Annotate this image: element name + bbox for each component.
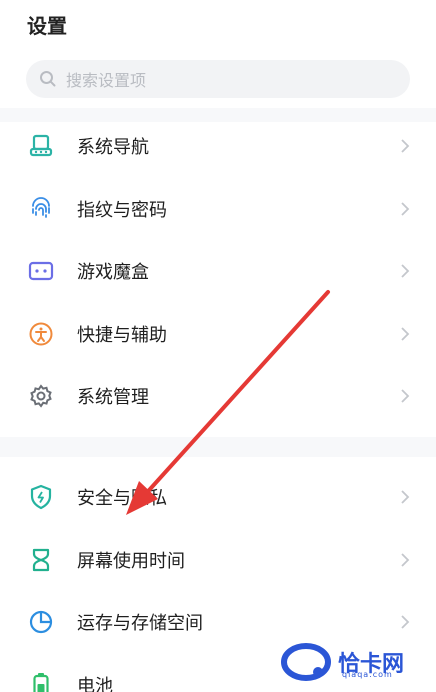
chevron-right-icon bbox=[401, 553, 410, 567]
settings-item-security-privacy[interactable]: 安全与隐私 bbox=[0, 466, 436, 529]
settings-item-label: 屏幕使用时间 bbox=[77, 550, 185, 572]
settings-item-system-management[interactable]: 系统管理 bbox=[0, 365, 436, 428]
settings-item-label: 安全与隐私 bbox=[77, 488, 167, 510]
watermark-logo: 恰卡网 qiaqa.com bbox=[280, 638, 430, 686]
settings-item-game-box[interactable]: 游戏魔盒 bbox=[0, 240, 436, 303]
battery-icon bbox=[27, 671, 55, 692]
search-input[interactable]: 搜索设置项 bbox=[26, 60, 410, 98]
search-icon bbox=[40, 71, 56, 87]
settings-item-label: 电池 bbox=[77, 675, 113, 692]
settings-item-label: 运存与存储空间 bbox=[77, 613, 203, 635]
settings-item-label: 系统导航 bbox=[77, 137, 149, 159]
settings-item-system-navigation[interactable]: 系统导航 bbox=[0, 115, 436, 178]
navigation-icon bbox=[27, 132, 55, 160]
settings-item-label: 游戏魔盒 bbox=[77, 262, 149, 284]
watermark-icon bbox=[281, 643, 331, 681]
gear-icon bbox=[27, 382, 55, 410]
chevron-right-icon bbox=[401, 264, 410, 278]
chevron-right-icon bbox=[401, 139, 410, 153]
settings-item-label: 快捷与辅助 bbox=[77, 324, 167, 346]
accessibility-icon bbox=[27, 320, 55, 348]
shield-icon bbox=[27, 483, 55, 511]
gamebox-icon bbox=[27, 257, 55, 285]
chevron-right-icon bbox=[401, 327, 410, 341]
settings-item-label: 系统管理 bbox=[77, 387, 149, 409]
search-placeholder: 搜索设置项 bbox=[66, 71, 147, 90]
settings-item-screen-time[interactable]: 屏幕使用时间 bbox=[0, 529, 436, 592]
chevron-right-icon bbox=[401, 202, 410, 216]
settings-group-1: 系统导航 指纹与密码 游戏魔盒 快捷与辅助 系统管理 bbox=[0, 115, 436, 428]
chevron-right-icon bbox=[401, 615, 410, 629]
settings-item-fingerprint-password[interactable]: 指纹与密码 bbox=[0, 178, 436, 241]
watermark-sub: qiaqa.com bbox=[342, 670, 393, 679]
hourglass-icon bbox=[27, 546, 55, 574]
settings-item-label: 指纹与密码 bbox=[77, 199, 167, 221]
settings-item-shortcuts-accessibility[interactable]: 快捷与辅助 bbox=[0, 303, 436, 366]
section-divider bbox=[0, 437, 436, 457]
chevron-right-icon bbox=[401, 490, 410, 504]
page-title: 设置 bbox=[27, 14, 67, 38]
chevron-right-icon bbox=[401, 389, 410, 403]
pie-chart-icon bbox=[27, 608, 55, 636]
fingerprint-icon bbox=[27, 195, 55, 223]
